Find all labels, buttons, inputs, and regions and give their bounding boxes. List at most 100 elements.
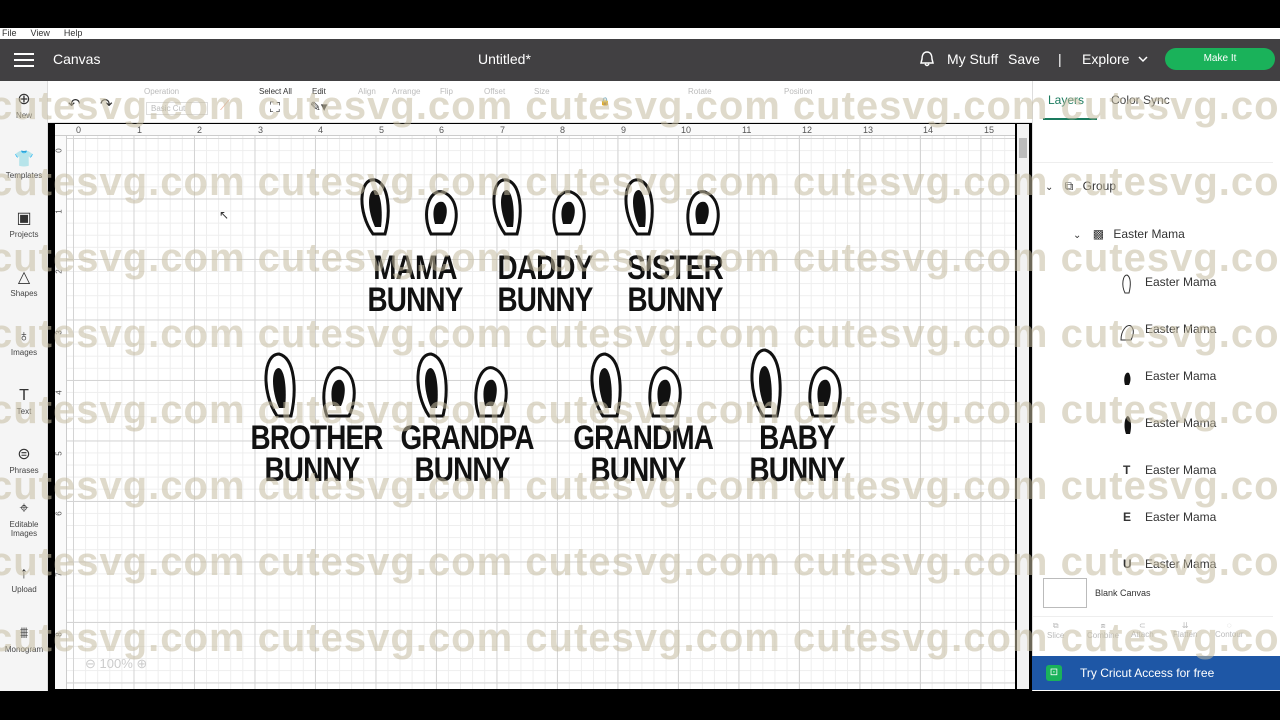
pen-color-icon[interactable]: ⟋	[220, 97, 230, 114]
text-icon: T	[19, 387, 29, 404]
lock-icon[interactable]: 🔒	[600, 97, 610, 106]
design-line-2: BUNNY	[590, 451, 686, 490]
ruler-tick: 15	[984, 125, 995, 135]
explore-menu[interactable]: Explore	[1082, 51, 1129, 67]
zoom-in-icon[interactable]: ⊕	[136, 656, 147, 671]
chevron-down-icon[interactable]	[1137, 52, 1149, 68]
horizontal-ruler: 0 1 2 3 4 5 6 7 8 9 10 11 12 13 14 15	[55, 124, 1015, 136]
bell-icon[interactable]	[918, 50, 936, 71]
chevron-down-icon[interactable]: ⌄	[1045, 182, 1053, 193]
design-line-2: BUNNY	[749, 451, 845, 490]
layer-item[interactable]: Easter Mama	[1033, 261, 1273, 307]
operation-select[interactable]: Basic Cut	[146, 102, 208, 115]
slice-button[interactable]: ⧉ Slice	[1047, 621, 1064, 640]
align-label: Align	[358, 87, 376, 96]
canvas-scrollbar[interactable]	[1017, 124, 1029, 689]
design-line-2: BUNNY	[627, 281, 723, 320]
upload-icon: ↑	[20, 565, 28, 582]
phrases-button[interactable]: ⊜ Phrases	[0, 446, 48, 475]
design-grandpa-bunny[interactable]: GRANDPA BUNNY	[393, 346, 534, 506]
cricut-access-banner[interactable]: ⊡ Try Cricut Access for free	[1032, 656, 1280, 690]
layer-item[interactable]: E Easter Mama	[1033, 496, 1273, 542]
panel-actions: ⧉ Slice ⧈ Combine ⊂ Attach ⇊ Flatten ◌ Contou…	[1033, 616, 1273, 654]
my-stuff-link[interactable]: My Stuff	[947, 51, 998, 67]
ruler-tick: 5	[54, 451, 64, 456]
menu-help[interactable]: Help	[64, 28, 83, 39]
projects-button[interactable]: ▣ Projects	[0, 210, 48, 239]
layer-group[interactable]: ⌄ ⧉ Group	[1045, 179, 1116, 194]
zoom-control[interactable]: ⊖ 100% ⊕	[85, 656, 147, 672]
ruler-tick: 14	[923, 125, 934, 135]
chevron-down-icon[interactable]: ⌄	[1073, 230, 1081, 241]
edit-icon[interactable]: ✎▾	[310, 99, 327, 115]
text-button[interactable]: T Text	[0, 387, 48, 416]
editable-images-button[interactable]: ⌖ Editable Images	[0, 500, 48, 538]
design-line-2: BUNNY	[264, 451, 360, 490]
ear-filled-icon	[1124, 416, 1132, 434]
new-button[interactable]: ⊕ New	[0, 91, 48, 120]
flip-label: Flip	[440, 87, 453, 96]
make-it-button[interactable]: Make It	[1165, 48, 1275, 70]
hamburger-menu-icon[interactable]	[14, 53, 34, 67]
tab-layers[interactable]: Layers	[1048, 93, 1084, 107]
letter-glyph-icon: T	[1123, 463, 1131, 477]
layer-item[interactable]: Easter Mama	[1033, 355, 1273, 401]
scrollbar-thumb[interactable]	[1019, 138, 1027, 158]
lock-icon: ⊡	[1046, 665, 1062, 681]
attach-button[interactable]: ⊂ Attach	[1131, 621, 1154, 639]
bunny-ears-icon	[360, 178, 458, 236]
flatten-button[interactable]: ⇊ Flatten	[1173, 621, 1197, 639]
tab-color-sync[interactable]: Color Sync	[1111, 93, 1170, 107]
menu-file[interactable]: File	[2, 28, 17, 39]
ruler-tick: 6	[439, 125, 445, 135]
operation-label: Operation	[144, 87, 180, 96]
menu-bar: File View Help	[0, 28, 1280, 39]
design-baby-bunny[interactable]: BABY BUNNY	[737, 346, 857, 506]
bunny-ears-icon	[750, 348, 842, 418]
layer-label: Easter Mama	[1145, 557, 1217, 571]
layer-subgroup[interactable]: ⌄ ▩ Easter Mama	[1073, 227, 1185, 241]
app-window: File View Help Canvas Untitled* My Stuff…	[0, 0, 1280, 720]
select-all-icon[interactable]: ⛶	[270, 99, 280, 116]
design-brother-bunny[interactable]: BROTHER BUNNY	[243, 346, 383, 506]
redo-icon[interactable]: ↷	[100, 95, 113, 113]
design-sister-bunny[interactable]: SISTER BUNNY	[615, 172, 735, 332]
design-line-2: BUNNY	[497, 281, 593, 320]
design-line-2: BUNNY	[367, 281, 463, 320]
images-button[interactable]: ♁ Images	[0, 328, 48, 357]
save-button[interactable]: Save	[1008, 51, 1040, 67]
undo-icon[interactable]: ↶	[68, 95, 81, 113]
bunny-ears-icon	[492, 178, 586, 236]
promo-text: Try Cricut Access for free	[1080, 666, 1215, 680]
ruler-tick: 12	[802, 125, 813, 135]
menu-view[interactable]: View	[31, 28, 50, 39]
layer-item[interactable]: Easter Mama	[1033, 308, 1273, 354]
group-icon: ⧉	[1064, 179, 1074, 193]
blank-canvas-swatch[interactable]	[1043, 578, 1087, 608]
design-canvas[interactable]: MAMA BUNNY DADDY BUNNY SISTER BUNNY BROT…	[55, 124, 1015, 689]
contour-button[interactable]: ◌ Contour	[1215, 621, 1243, 639]
bulb-icon: ♁	[18, 328, 30, 345]
layer-item[interactable]: Easter Mama	[1033, 402, 1273, 448]
monogram-button[interactable]: ⩩ Monogram	[0, 625, 48, 654]
zoom-out-icon[interactable]: ⊖	[85, 656, 96, 671]
design-grandma-bunny[interactable]: GRANDMA BUNNY	[563, 346, 714, 506]
ear-outline-icon	[1122, 274, 1131, 294]
bunny-ears-icon	[264, 352, 356, 418]
arrange-label: Arrange	[392, 87, 421, 96]
templates-button[interactable]: 👕 Templates	[0, 151, 48, 180]
shapes-icon: △	[17, 269, 31, 286]
ruler-tick: 1	[54, 209, 64, 214]
shapes-button[interactable]: △ Shapes	[0, 269, 48, 298]
ruler-tick: 2	[197, 125, 203, 135]
document-title[interactable]: Untitled*	[478, 51, 531, 67]
upload-button[interactable]: ↑ Upload	[0, 565, 48, 594]
combine-button[interactable]: ⧈ Combine	[1087, 621, 1119, 640]
ruler-tick: 6	[54, 511, 64, 516]
header-divider: |	[1058, 51, 1062, 67]
top-header: Canvas Untitled* My Stuff Save | Explore…	[0, 39, 1280, 81]
design-mama-bunny[interactable]: MAMA BUNNY	[355, 172, 475, 332]
ruler-tick: 4	[54, 390, 64, 395]
layer-item[interactable]: T Easter Mama	[1033, 449, 1273, 495]
design-daddy-bunny[interactable]: DADDY BUNNY	[485, 172, 605, 332]
